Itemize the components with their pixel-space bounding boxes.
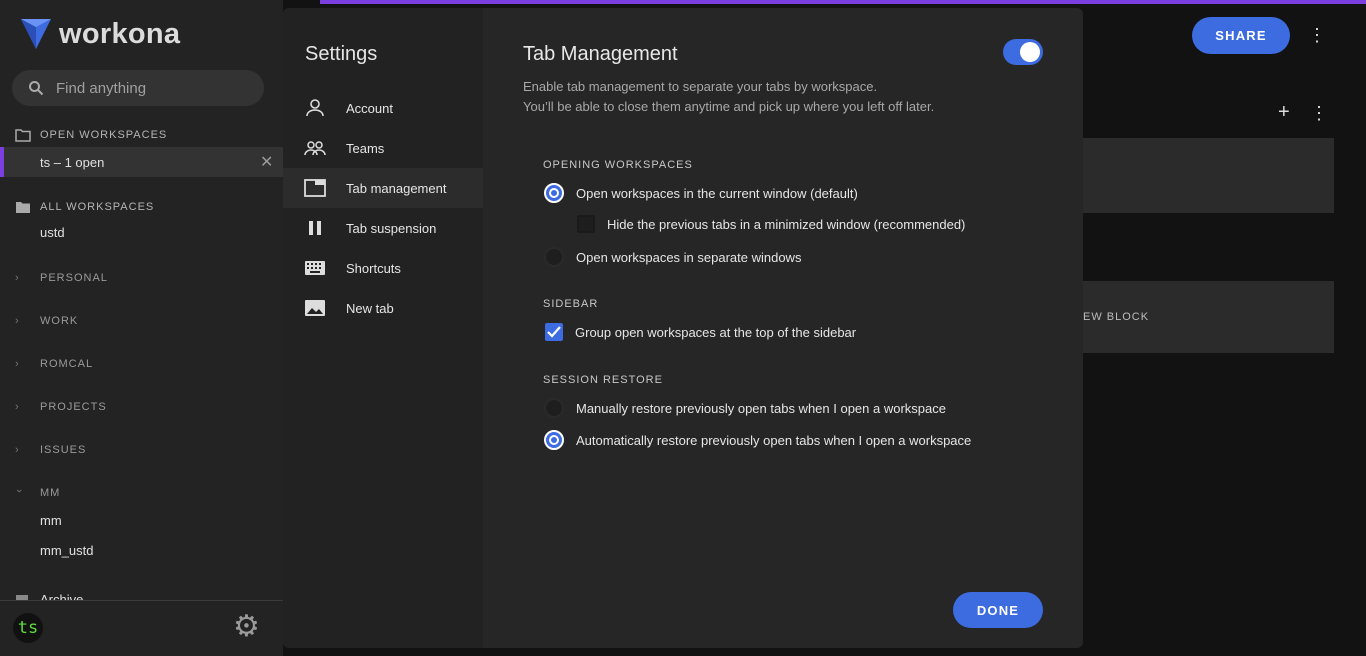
sidebar: workona Find anything OPEN WORKSPACES ts… bbox=[0, 0, 283, 656]
opening-workspaces-title: OPENING WORKSPACES bbox=[543, 159, 693, 171]
description-line-2: You’ll be able to close them anytime and… bbox=[523, 99, 935, 114]
chevron-right-icon: › bbox=[15, 444, 20, 456]
session-restore-title: SESSION RESTORE bbox=[543, 374, 663, 386]
add-icon[interactable]: + bbox=[1278, 102, 1290, 122]
nav-label: New tab bbox=[346, 300, 394, 316]
group-label: WORK bbox=[40, 315, 79, 327]
option-hide-previous-tabs[interactable]: Hide the previous tabs in a minimized wi… bbox=[577, 215, 965, 233]
workona-logo[interactable]: workona bbox=[19, 17, 180, 51]
nav-teams[interactable]: Teams bbox=[283, 128, 483, 168]
keyboard-icon bbox=[304, 257, 326, 279]
nav-label: Tab suspension bbox=[346, 220, 437, 236]
workspace-item-mm-ustd[interactable]: mm_ustd bbox=[0, 543, 283, 558]
group-label: ROMCAL bbox=[40, 358, 94, 370]
settings-title: Settings bbox=[305, 43, 378, 65]
option-label: Open workspaces in separate windows bbox=[576, 249, 802, 265]
workspace-item-ustd[interactable]: ustd bbox=[0, 225, 283, 240]
people-icon bbox=[304, 137, 326, 159]
chevron-down-icon: › bbox=[13, 489, 25, 494]
new-block-label: EW BLOCK bbox=[1083, 311, 1150, 323]
close-icon[interactable]: ✕ bbox=[260, 152, 273, 172]
nav-new-tab[interactable]: New tab bbox=[283, 288, 483, 328]
option-label: Manually restore previously open tabs wh… bbox=[576, 400, 946, 416]
chevron-right-icon: › bbox=[15, 315, 20, 327]
group-label: PROJECTS bbox=[40, 401, 107, 413]
option-label: Automatically restore previously open ta… bbox=[576, 432, 972, 448]
tab-management-toggle[interactable] bbox=[1003, 39, 1043, 65]
option-label: Hide the previous tabs in a minimized wi… bbox=[607, 216, 966, 232]
open-workspaces-title: OPEN WORKSPACES bbox=[40, 129, 168, 141]
option-group-open-workspaces[interactable]: Group open workspaces at the top of the … bbox=[545, 323, 856, 341]
settings-dialog: Settings Account Teams Tab management Ta… bbox=[283, 8, 1083, 648]
group-romcal[interactable]: › ROMCAL bbox=[15, 358, 93, 370]
nav-label: Tab management bbox=[346, 180, 447, 196]
check-icon bbox=[547, 326, 561, 338]
done-button[interactable]: DONE bbox=[953, 592, 1043, 628]
folder-outline-icon bbox=[15, 129, 31, 142]
nav-tab-management[interactable]: Tab management bbox=[283, 168, 483, 208]
group-personal[interactable]: › PERSONAL bbox=[15, 272, 108, 284]
open-workspace-item[interactable]: ts – 1 open ✕ bbox=[0, 147, 283, 177]
group-mm[interactable]: › MM bbox=[13, 487, 61, 499]
radio-selected[interactable] bbox=[544, 430, 564, 450]
image-icon bbox=[304, 297, 326, 319]
option-manual-restore[interactable]: Manually restore previously open tabs wh… bbox=[544, 398, 946, 418]
app-name: workona bbox=[59, 17, 181, 50]
option-label: Group open workspaces at the top of the … bbox=[575, 324, 857, 340]
top-accent-line bbox=[320, 0, 1366, 4]
group-label: PERSONAL bbox=[40, 272, 108, 284]
checkbox-checked[interactable] bbox=[545, 323, 563, 341]
nav-label: Account bbox=[346, 100, 393, 116]
search-icon bbox=[29, 81, 44, 96]
group-label: MM bbox=[40, 487, 61, 499]
workona-logo-icon bbox=[21, 19, 51, 49]
group-issues[interactable]: › ISSUES bbox=[15, 444, 86, 456]
checkbox[interactable] bbox=[577, 215, 595, 233]
option-auto-restore[interactable]: Automatically restore previously open ta… bbox=[544, 430, 971, 450]
tab-icon bbox=[304, 177, 326, 199]
workspace-item-mm[interactable]: mm bbox=[0, 513, 283, 528]
option-open-separate-windows[interactable]: Open workspaces in separate windows bbox=[544, 247, 801, 267]
option-label: Open workspaces in the current window (d… bbox=[576, 185, 858, 201]
share-button[interactable]: SHARE bbox=[1192, 17, 1290, 54]
settings-content: Tab Management Enable tab management to … bbox=[483, 8, 1083, 648]
group-work[interactable]: › WORK bbox=[15, 315, 78, 327]
nav-label: Teams bbox=[346, 140, 385, 156]
background-card bbox=[1083, 138, 1334, 213]
description-line-1: Enable tab management to separate your t… bbox=[523, 79, 878, 94]
chevron-right-icon: › bbox=[15, 272, 20, 284]
nav-tab-suspension[interactable]: Tab suspension bbox=[283, 208, 483, 248]
open-workspaces-header: OPEN WORKSPACES bbox=[15, 128, 167, 142]
avatar[interactable]: ts bbox=[13, 613, 43, 643]
group-projects[interactable]: › PROJECTS bbox=[15, 401, 107, 413]
sidebar-section-title: SIDEBAR bbox=[543, 298, 599, 310]
sidebar-footer: ts ⚙ bbox=[0, 600, 283, 656]
chevron-right-icon: › bbox=[15, 358, 20, 370]
chevron-right-icon: › bbox=[15, 401, 20, 413]
group-label: ISSUES bbox=[40, 444, 87, 456]
nav-account[interactable]: Account bbox=[283, 88, 483, 128]
radio-unselected[interactable] bbox=[544, 398, 564, 418]
more-menu-icon[interactable]: ⋮ bbox=[1308, 26, 1326, 44]
page-title: Tab Management bbox=[523, 43, 678, 65]
more-options-icon[interactable]: ⋮ bbox=[1310, 104, 1328, 122]
nav-label: Shortcuts bbox=[346, 260, 401, 276]
radio-selected[interactable] bbox=[544, 183, 564, 203]
option-open-current-window[interactable]: Open workspaces in the current window (d… bbox=[544, 183, 858, 203]
new-block-card[interactable]: EW BLOCK bbox=[1083, 281, 1334, 353]
gear-icon[interactable]: ⚙ bbox=[233, 612, 260, 642]
search-input[interactable]: Find anything bbox=[12, 70, 264, 106]
search-placeholder: Find anything bbox=[56, 79, 147, 97]
pause-icon bbox=[304, 217, 326, 239]
toggle-knob bbox=[1020, 42, 1040, 62]
nav-shortcuts[interactable]: Shortcuts bbox=[283, 248, 483, 288]
person-icon bbox=[304, 97, 326, 119]
all-workspaces-header: ALL WORKSPACES bbox=[15, 200, 154, 214]
open-workspace-label: ts – 1 open bbox=[40, 154, 105, 170]
all-workspaces-title: ALL WORKSPACES bbox=[40, 201, 155, 213]
radio-unselected[interactable] bbox=[544, 247, 564, 267]
folder-icon bbox=[16, 202, 30, 213]
settings-nav: Settings Account Teams Tab management Ta… bbox=[283, 8, 483, 648]
